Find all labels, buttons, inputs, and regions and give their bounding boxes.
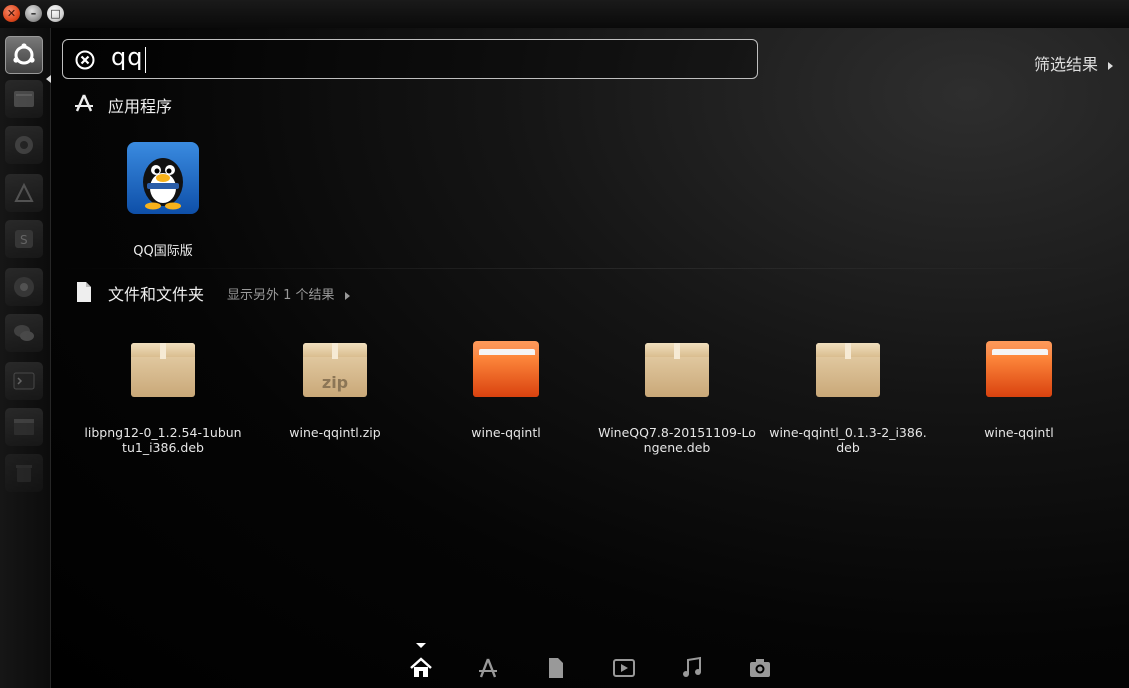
sublime-icon: S <box>15 230 33 248</box>
file-name: libpng12-0_1.2.54-1ubuntu1_i386.deb <box>84 425 242 455</box>
folder-icon <box>471 335 541 399</box>
app-result-qq[interactable]: QQ国际版 <box>112 142 214 259</box>
package-icon <box>642 335 712 399</box>
ubuntu-dash-icon <box>13 43 35 65</box>
show-more-results-label: 显示另外 1 个结果 <box>227 288 335 303</box>
search-input[interactable]: qq <box>111 43 143 71</box>
launcher-files[interactable] <box>5 80 43 118</box>
lens-bar <box>400 640 800 688</box>
app-result-name: QQ国际版 <box>133 244 193 259</box>
launcher-settings[interactable] <box>5 126 43 164</box>
package-icon <box>813 335 883 399</box>
ubuntu-dash-button[interactable] <box>5 36 43 74</box>
window-icon <box>14 419 34 435</box>
folder-result[interactable]: wine-qqintl <box>939 335 1099 440</box>
window-maximize-button[interactable]: □ <box>47 5 64 22</box>
file-icon <box>77 282 91 302</box>
search-box[interactable]: qq <box>62 39 758 79</box>
text-cursor <box>145 47 146 73</box>
photos-lens-icon[interactable] <box>748 656 772 680</box>
files-app-icon <box>14 91 34 107</box>
category-apps-label: 应用程序 <box>108 97 173 116</box>
show-more-results-button[interactable]: 显示另外 1 个结果 <box>227 284 350 303</box>
maximize-icon: □ <box>50 7 61 20</box>
svg-text:S: S <box>20 233 28 247</box>
close-icon: ✕ <box>6 7 17 20</box>
launcher-terminal[interactable] <box>5 362 43 400</box>
zip-archive-icon: zip <box>300 335 370 399</box>
wechat-icon <box>14 325 34 341</box>
file-result[interactable]: libpng12-0_1.2.54-1ubuntu1_i386.deb <box>83 335 243 455</box>
package-icon <box>128 335 198 399</box>
video-lens-icon[interactable] <box>612 656 636 680</box>
launcher-trash[interactable] <box>5 454 43 492</box>
trash-icon <box>16 465 32 482</box>
file-name: wine-qqintl <box>471 425 541 440</box>
launcher-chrome[interactable] <box>5 268 43 306</box>
chevron-right-icon <box>344 291 350 300</box>
window-close-button[interactable]: ✕ <box>3 5 20 22</box>
launcher-window[interactable] <box>5 408 43 446</box>
qq-penguin-icon <box>127 142 199 214</box>
launcher-wechat[interactable] <box>5 314 43 352</box>
apps-lens-icon <box>75 94 93 112</box>
file-result[interactable]: WineQQ7.8-20151109-Longene.deb <box>597 335 757 455</box>
filter-results-button[interactable]: 筛选结果 <box>1034 51 1113 75</box>
settings-icon <box>15 136 33 154</box>
top-panel: ✕ – □ <box>0 0 1129 28</box>
chevron-right-icon <box>1108 61 1113 70</box>
launcher: S <box>0 28 51 688</box>
category-files-label: 文件和文件夹 <box>108 285 205 304</box>
folder-icon <box>984 335 1054 399</box>
terminal-icon <box>13 372 35 390</box>
filter-results-label: 筛选结果 <box>1033 55 1098 74</box>
divider <box>51 268 1129 269</box>
files-lens-icon[interactable] <box>544 656 568 680</box>
file-name: wine-qqintl_0.1.3-2_i386.deb <box>769 425 927 455</box>
launcher-editor[interactable] <box>5 174 43 212</box>
file-result[interactable]: zip wine-qqintl.zip <box>255 335 415 440</box>
launcher-sublime[interactable]: S <box>5 220 43 258</box>
folder-result[interactable]: wine-qqintl <box>426 335 586 440</box>
editor-icon <box>14 182 34 202</box>
window-minimize-button[interactable]: – <box>25 5 42 22</box>
file-name: wine-qqintl <box>984 425 1054 440</box>
minimize-icon: – <box>30 7 37 20</box>
chrome-icon <box>14 277 34 297</box>
zip-badge: zip <box>321 373 349 392</box>
clear-search-icon[interactable] <box>75 50 95 70</box>
home-lens-icon[interactable] <box>409 656 433 680</box>
music-lens-icon[interactable] <box>680 656 704 680</box>
apps-lens-icon[interactable] <box>476 656 500 680</box>
file-result[interactable]: wine-qqintl_0.1.3-2_i386.deb <box>768 335 928 455</box>
file-name: WineQQ7.8-20151109-Longene.deb <box>598 425 756 455</box>
file-name: wine-qqintl.zip <box>289 425 381 440</box>
